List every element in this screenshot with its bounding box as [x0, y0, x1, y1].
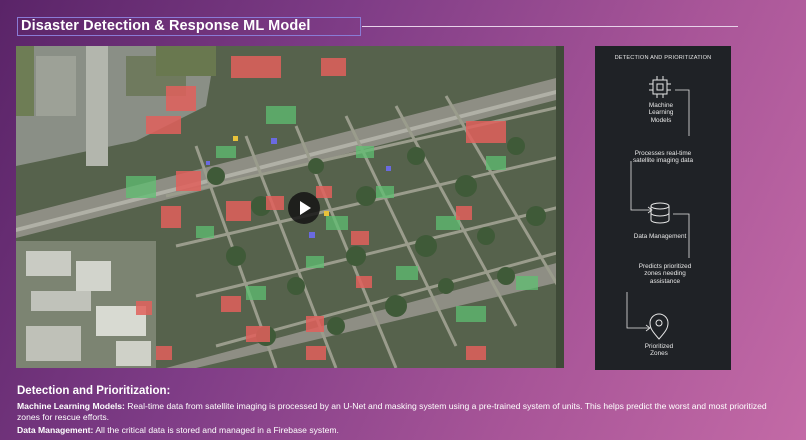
database-icon	[650, 202, 670, 224]
slide-title: Disaster Detection & Response ML Model	[21, 18, 311, 34]
play-button[interactable]	[288, 192, 320, 224]
ml-models-paragraph: Machine Learning Models: Real-time data …	[17, 401, 787, 423]
edge-predicts-label: Predicts prioritized zones needing assis…	[638, 263, 692, 285]
edge-processes-label: Processes real-time satellite imaging da…	[632, 150, 694, 165]
flow-diagram-lines	[626, 76, 690, 340]
node-ml-models: Machine Learning Models	[648, 102, 674, 124]
diagram-heading: DETECTION AND PRIORITIZATION	[614, 55, 712, 61]
data-management-label: Data Management:	[17, 425, 94, 435]
ml-models-label: Machine Learning Models:	[17, 401, 125, 411]
chip-icon	[649, 76, 671, 98]
location-pin-icon	[649, 313, 669, 340]
title-divider	[362, 26, 738, 27]
node-data-management: Data Management	[633, 233, 687, 240]
section-heading: Detection and Prioritization:	[17, 385, 171, 397]
ml-models-text: Real-time data from satellite imaging is…	[17, 401, 767, 422]
flow-diagram-panel: DETECTION AND PRIORITIZATION Machine Lea…	[595, 46, 731, 370]
satellite-video[interactable]	[16, 46, 564, 368]
node-prioritized-zones: Prioritized Zones	[644, 343, 674, 358]
data-management-text: All the critical data is stored and mana…	[93, 425, 339, 435]
data-management-paragraph: Data Management: All the critical data i…	[17, 425, 787, 436]
